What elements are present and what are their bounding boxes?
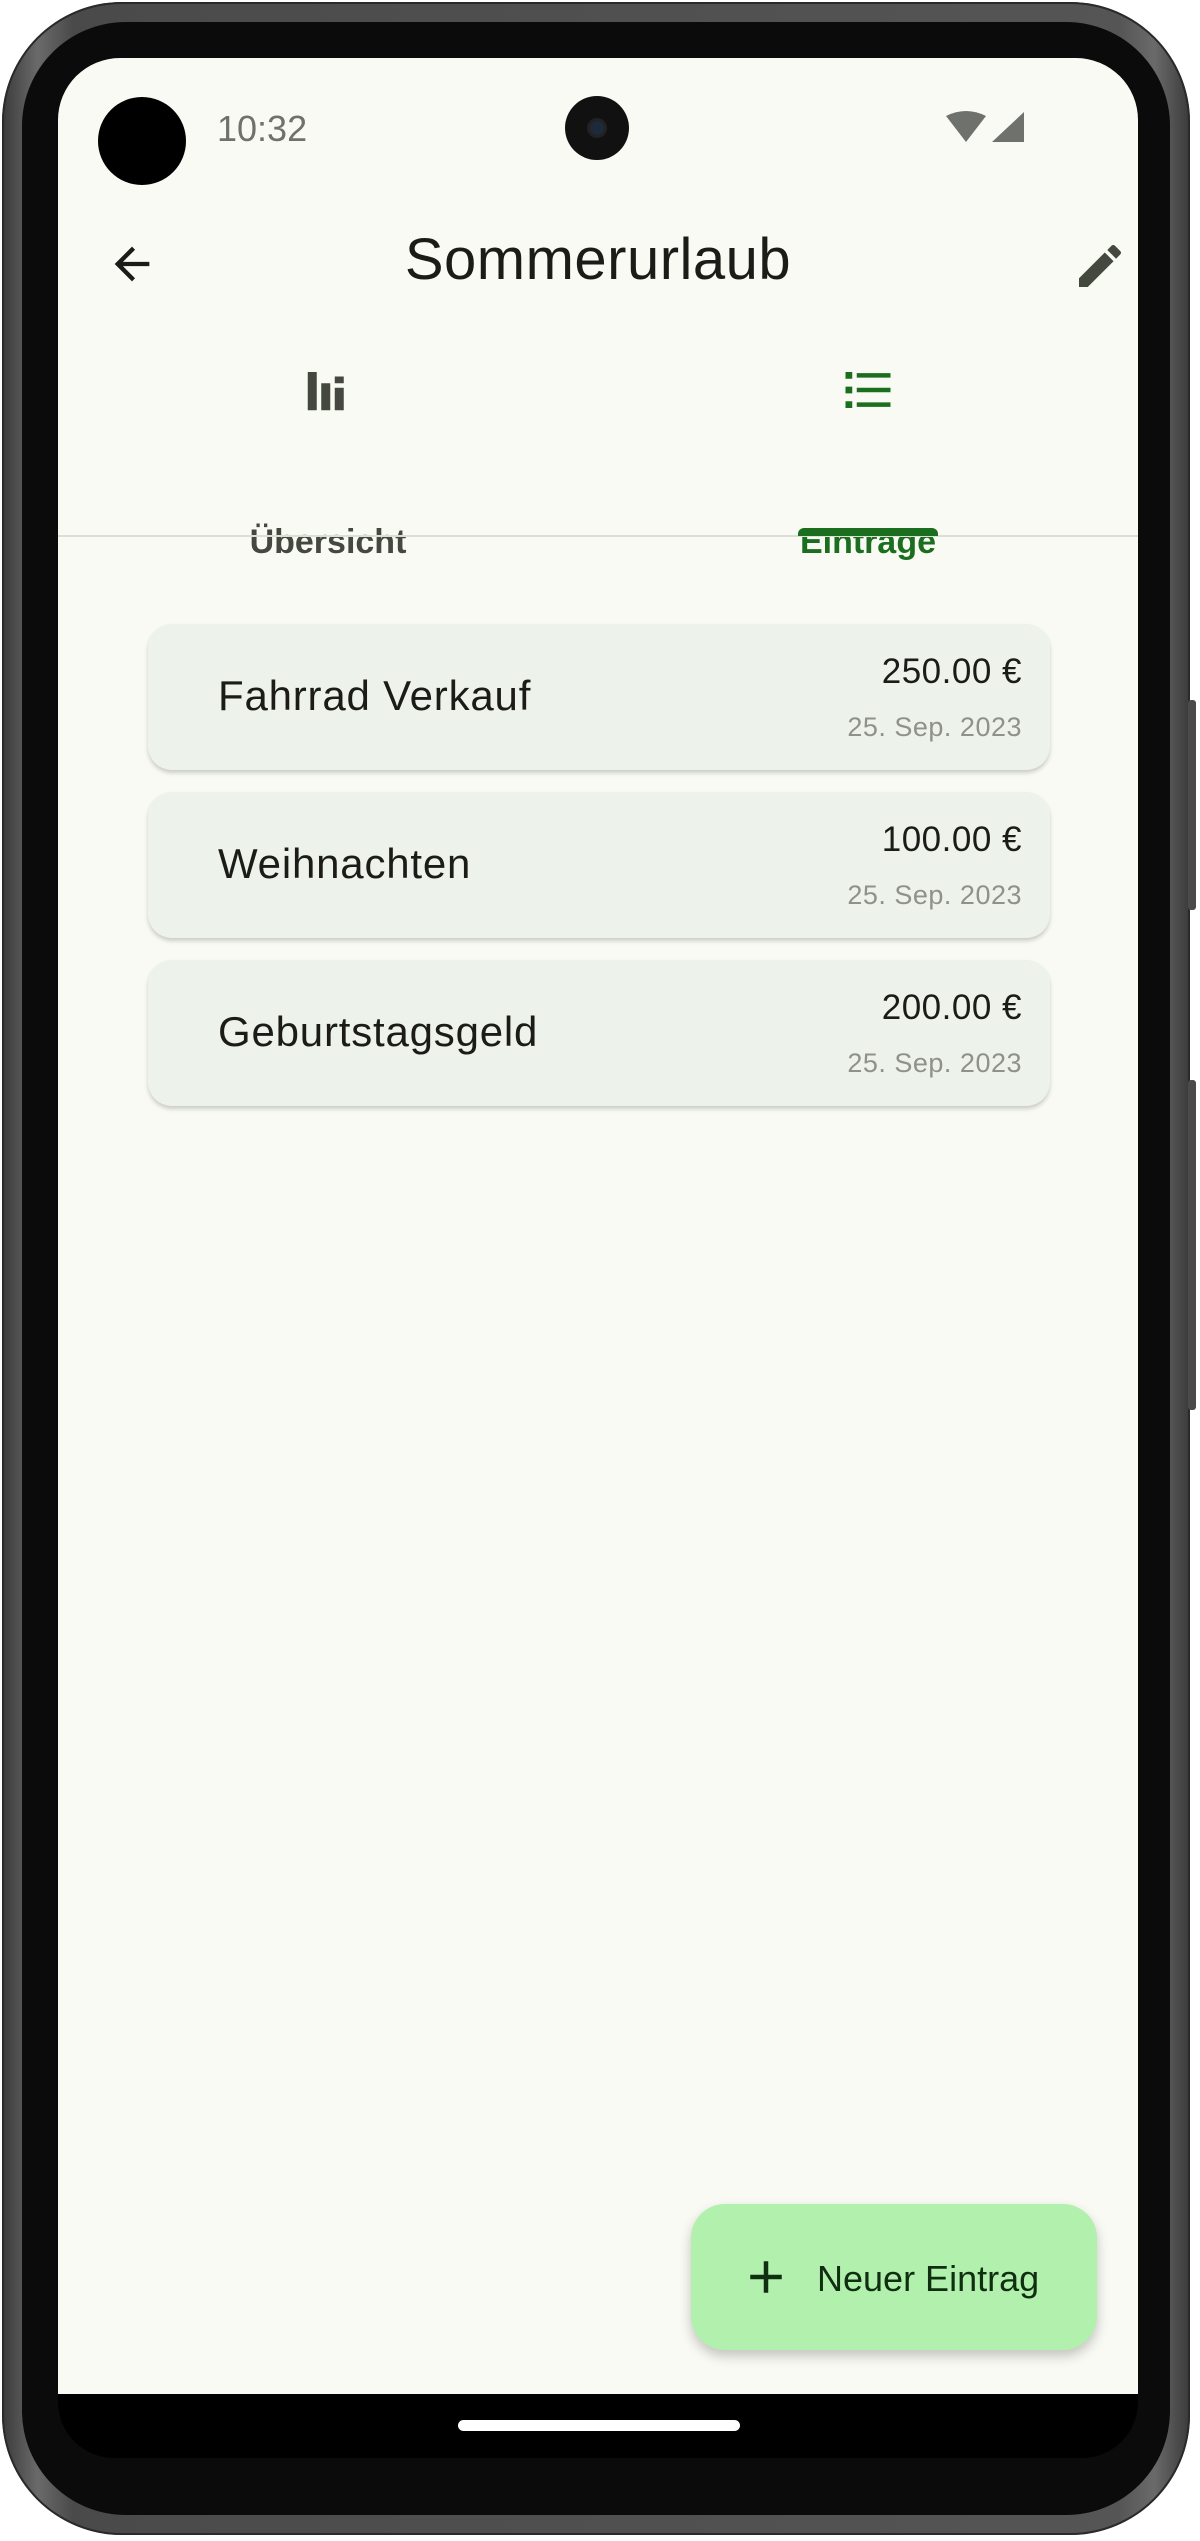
front-camera: [565, 96, 629, 160]
entry-name: Weihnachten: [218, 840, 472, 887]
entry-name: Geburtstagsgeld: [218, 1008, 539, 1055]
cellular-signal-icon: [992, 112, 1024, 142]
pencil-icon: [1079, 244, 1122, 287]
tab-overview-label: Übersicht: [249, 523, 407, 561]
tab-overview[interactable]: Übersicht: [58, 363, 598, 561]
volume-button: [1188, 700, 1196, 910]
home-gesture-handle[interactable]: [458, 2420, 740, 2431]
wifi-icon: [946, 111, 986, 142]
entry-amount: 250.00 €: [881, 652, 1022, 691]
plus-icon: [750, 2261, 782, 2293]
list-icon: [845, 372, 891, 408]
entry-date: 25. Sep. 2023: [847, 712, 1022, 742]
bar-chart-icon: [307, 372, 344, 411]
status-indicator-dot: [98, 97, 186, 185]
status-time: 10:32: [217, 108, 308, 149]
tab-divider: [58, 535, 1138, 537]
entry-name: Fahrrad Verkauf: [218, 672, 532, 719]
list-item[interactable]: Fahrrad Verkauf 250.00 € 25. Sep. 2023: [148, 624, 1050, 770]
entry-amount: 200.00 €: [881, 988, 1022, 1027]
page-title: Sommerurlaub: [404, 227, 792, 292]
entry-date: 25. Sep. 2023: [847, 880, 1022, 910]
new-entry-label: Neuer Eintrag: [817, 2258, 1040, 2299]
edit-button[interactable]: [1068, 234, 1132, 298]
list-item[interactable]: Weihnachten 100.00 € 25. Sep. 2023: [148, 792, 1050, 938]
entry-amount: 100.00 €: [881, 820, 1022, 859]
power-button: [1188, 1080, 1196, 1410]
list-item[interactable]: Geburtstagsgeld 200.00 € 25. Sep. 2023: [148, 960, 1050, 1106]
active-tab-indicator: [798, 528, 938, 536]
screen: 10:32 Sommerurlaub Übersicht Einträge Fa…: [58, 58, 1138, 2394]
tab-entries[interactable]: Einträge: [598, 363, 1138, 561]
system-navigation-bar: [58, 2394, 1138, 2458]
status-icons: [946, 111, 1024, 142]
entry-date: 25. Sep. 2023: [847, 1048, 1022, 1078]
new-entry-button[interactable]: Neuer Eintrag: [691, 2204, 1097, 2350]
